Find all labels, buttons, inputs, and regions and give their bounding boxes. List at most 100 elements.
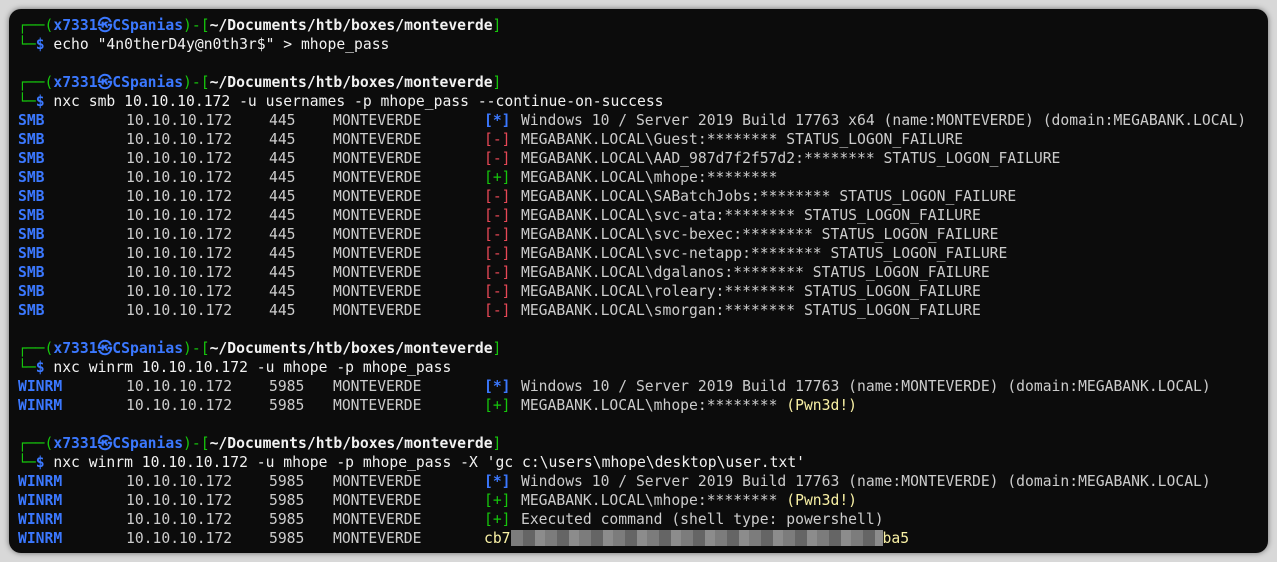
message-text: MEGABANK.LOCAL\svc-netapp:******** STATU…: [521, 245, 1008, 262]
message-text: MEGABANK.LOCAL\SABatchJobs:******** STAT…: [521, 188, 1017, 205]
status-tag: [-]: [484, 302, 511, 319]
target-ip: 10.10.10.172: [126, 473, 233, 490]
prompt-line: ┌──(x7331㉿CSpanias)-[~/Documents/htb/box…: [18, 73, 1264, 92]
protocol-label: WINRM: [18, 397, 63, 414]
prompt-line: ┌──(x7331㉿CSpanias)-[~/Documents/htb/box…: [18, 434, 1264, 453]
target-hostname: MONTEVERDE: [333, 302, 422, 319]
protocol-label: SMB: [18, 207, 45, 224]
command-line: └─$ nxc smb 10.10.10.172 -u usernames -p…: [18, 92, 1264, 111]
target-port: 445: [269, 150, 296, 167]
protocol-label: WINRM: [18, 492, 63, 509]
prompt-at-symbol: ㉿: [97, 74, 113, 91]
target-ip: 10.10.10.172: [126, 112, 233, 129]
output-row: SMB 10.10.10.172 445 MONTEVERDE [-] MEGABANK.…: [18, 282, 1264, 301]
status-message: MEGABANK.LOCAL\mhope:******** (Pwn3d!): [521, 396, 857, 415]
output-row: WINRM 10.10.10.172 5985 MONTEVERDE [*] Window…: [18, 377, 1264, 396]
status-tag: [-]: [484, 283, 511, 300]
prompt-host: CSpanias: [112, 435, 184, 452]
status-message: Executed command (shell type: powershell…: [521, 510, 884, 529]
prompt-corner-bottom: └─: [18, 359, 36, 376]
target-hostname: MONTEVERDE: [333, 530, 422, 547]
protocol-label: WINRM: [18, 473, 63, 490]
prompt-corner: ┌──(: [18, 17, 54, 34]
status-message: MEGABANK.LOCAL\svc-ata:******** STATUS_L…: [521, 206, 981, 225]
target-ip: 10.10.10.172: [126, 169, 233, 186]
terminal-window[interactable]: ┌──(x7331㉿CSpanias)-[~/Documents/htb/box…: [9, 9, 1268, 553]
target-port: 445: [269, 131, 296, 148]
flag-value: cb7 ba5: [484, 529, 909, 548]
prompt-close: ]: [492, 435, 502, 452]
target-ip: 10.10.10.172: [126, 302, 233, 319]
message-text: MEGABANK.LOCAL\dgalanos:******** STATUS_…: [521, 264, 990, 281]
target-ip: 10.10.10.172: [126, 492, 233, 509]
protocol-label: WINRM: [18, 378, 63, 395]
prompt-corner: ┌──(: [18, 435, 54, 452]
prompt-host: CSpanias: [112, 17, 184, 34]
protocol-label: WINRM: [18, 530, 63, 547]
status-tag: [+]: [484, 511, 511, 528]
prompt-user: x7331: [53, 74, 98, 91]
prompt-corner-bottom: └─: [18, 93, 36, 110]
target-port: 5985: [269, 473, 305, 490]
prompt-host: CSpanias: [112, 74, 184, 91]
target-hostname: MONTEVERDE: [333, 492, 422, 509]
target-hostname: MONTEVERDE: [333, 511, 422, 528]
protocol-label: SMB: [18, 131, 45, 148]
status-message: MEGABANK.LOCAL\Guest:******** STATUS_LOG…: [521, 130, 963, 149]
status-message: MEGABANK.LOCAL\AAD_987d7f2f57d2:********…: [521, 149, 1060, 168]
output-row: SMB 10.10.10.172 445 MONTEVERDE [-] MEGABANK.…: [18, 225, 1264, 244]
prompt-separator: )-[: [183, 435, 210, 452]
status-tag: [-]: [484, 188, 511, 205]
prompt-corner: ┌──(: [18, 74, 54, 91]
target-hostname: MONTEVERDE: [333, 264, 422, 281]
prompt-at-symbol: ㉿: [97, 435, 113, 452]
target-port: 445: [269, 264, 296, 281]
status-tag: [*]: [484, 378, 511, 395]
protocol-label: SMB: [18, 283, 45, 300]
prompt-corner-bottom: └─: [18, 454, 36, 471]
protocol-label: SMB: [18, 169, 45, 186]
command-text: nxc smb 10.10.10.172 -u usernames -p mho…: [53, 93, 664, 110]
prompt-separator: )-[: [183, 74, 210, 91]
prompt-at-symbol: ㉿: [97, 340, 113, 357]
target-hostname: MONTEVERDE: [333, 169, 422, 186]
target-hostname: MONTEVERDE: [333, 245, 422, 262]
pwned-badge: (Pwn3d!): [786, 397, 858, 414]
target-ip: 10.10.10.172: [126, 283, 233, 300]
command-line: └─$ echo "4n0therD4y@n0th3r$" > mhope_pa…: [18, 35, 1264, 54]
target-port: 445: [269, 226, 296, 243]
command-line: └─$ nxc winrm 10.10.10.172 -u mhope -p m…: [18, 358, 1264, 377]
protocol-label: SMB: [18, 226, 45, 243]
prompt-separator: )-[: [183, 340, 210, 357]
message-text: MEGABANK.LOCAL\AAD_987d7f2f57d2:********…: [521, 150, 1061, 167]
protocol-label: WINRM: [18, 511, 63, 528]
status-message: MEGABANK.LOCAL\roleary:******** STATUS_L…: [521, 282, 981, 301]
target-ip: 10.10.10.172: [126, 131, 233, 148]
output-row: SMB 10.10.10.172 445 MONTEVERDE [*] Windows 1…: [18, 111, 1264, 130]
status-tag: [+]: [484, 397, 511, 414]
status-tag: [-]: [484, 150, 511, 167]
prompt-line: ┌──(x7331㉿CSpanias)-[~/Documents/htb/box…: [18, 16, 1264, 35]
prompt-path: ~/Documents/htb/boxes/monteverde: [209, 340, 493, 357]
status-message: MEGABANK.LOCAL\svc-bexec:******** STATUS…: [521, 225, 999, 244]
output-row: SMB 10.10.10.172 445 MONTEVERDE [-] MEGABANK.…: [18, 301, 1264, 320]
target-port: 445: [269, 302, 296, 319]
protocol-label: SMB: [18, 188, 45, 205]
output-row: SMB 10.10.10.172 445 MONTEVERDE [-] MEGABANK.…: [18, 206, 1264, 225]
prompt-separator: )-[: [183, 17, 210, 34]
message-text: Windows 10 / Server 2019 Build 17763 (na…: [521, 473, 1211, 490]
status-message: MEGABANK.LOCAL\svc-netapp:******** STATU…: [521, 244, 1007, 263]
target-ip: 10.10.10.172: [126, 207, 233, 224]
prompt-user: x7331: [53, 340, 98, 357]
message-text: MEGABANK.LOCAL\svc-bexec:******** STATUS…: [521, 226, 999, 243]
output-row: WINRM 10.10.10.172 5985 MONTEVERDE [+] MEGABA…: [18, 491, 1264, 510]
command-text: nxc winrm 10.10.10.172 -u mhope -p mhope…: [53, 454, 805, 471]
pwned-badge: (Pwn3d!): [786, 492, 858, 509]
message-text: MEGABANK.LOCAL\Guest:******** STATUS_LOG…: [521, 131, 964, 148]
target-ip: 10.10.10.172: [126, 530, 233, 547]
protocol-label: SMB: [18, 264, 45, 281]
target-port: 5985: [269, 530, 305, 547]
target-ip: 10.10.10.172: [126, 226, 233, 243]
